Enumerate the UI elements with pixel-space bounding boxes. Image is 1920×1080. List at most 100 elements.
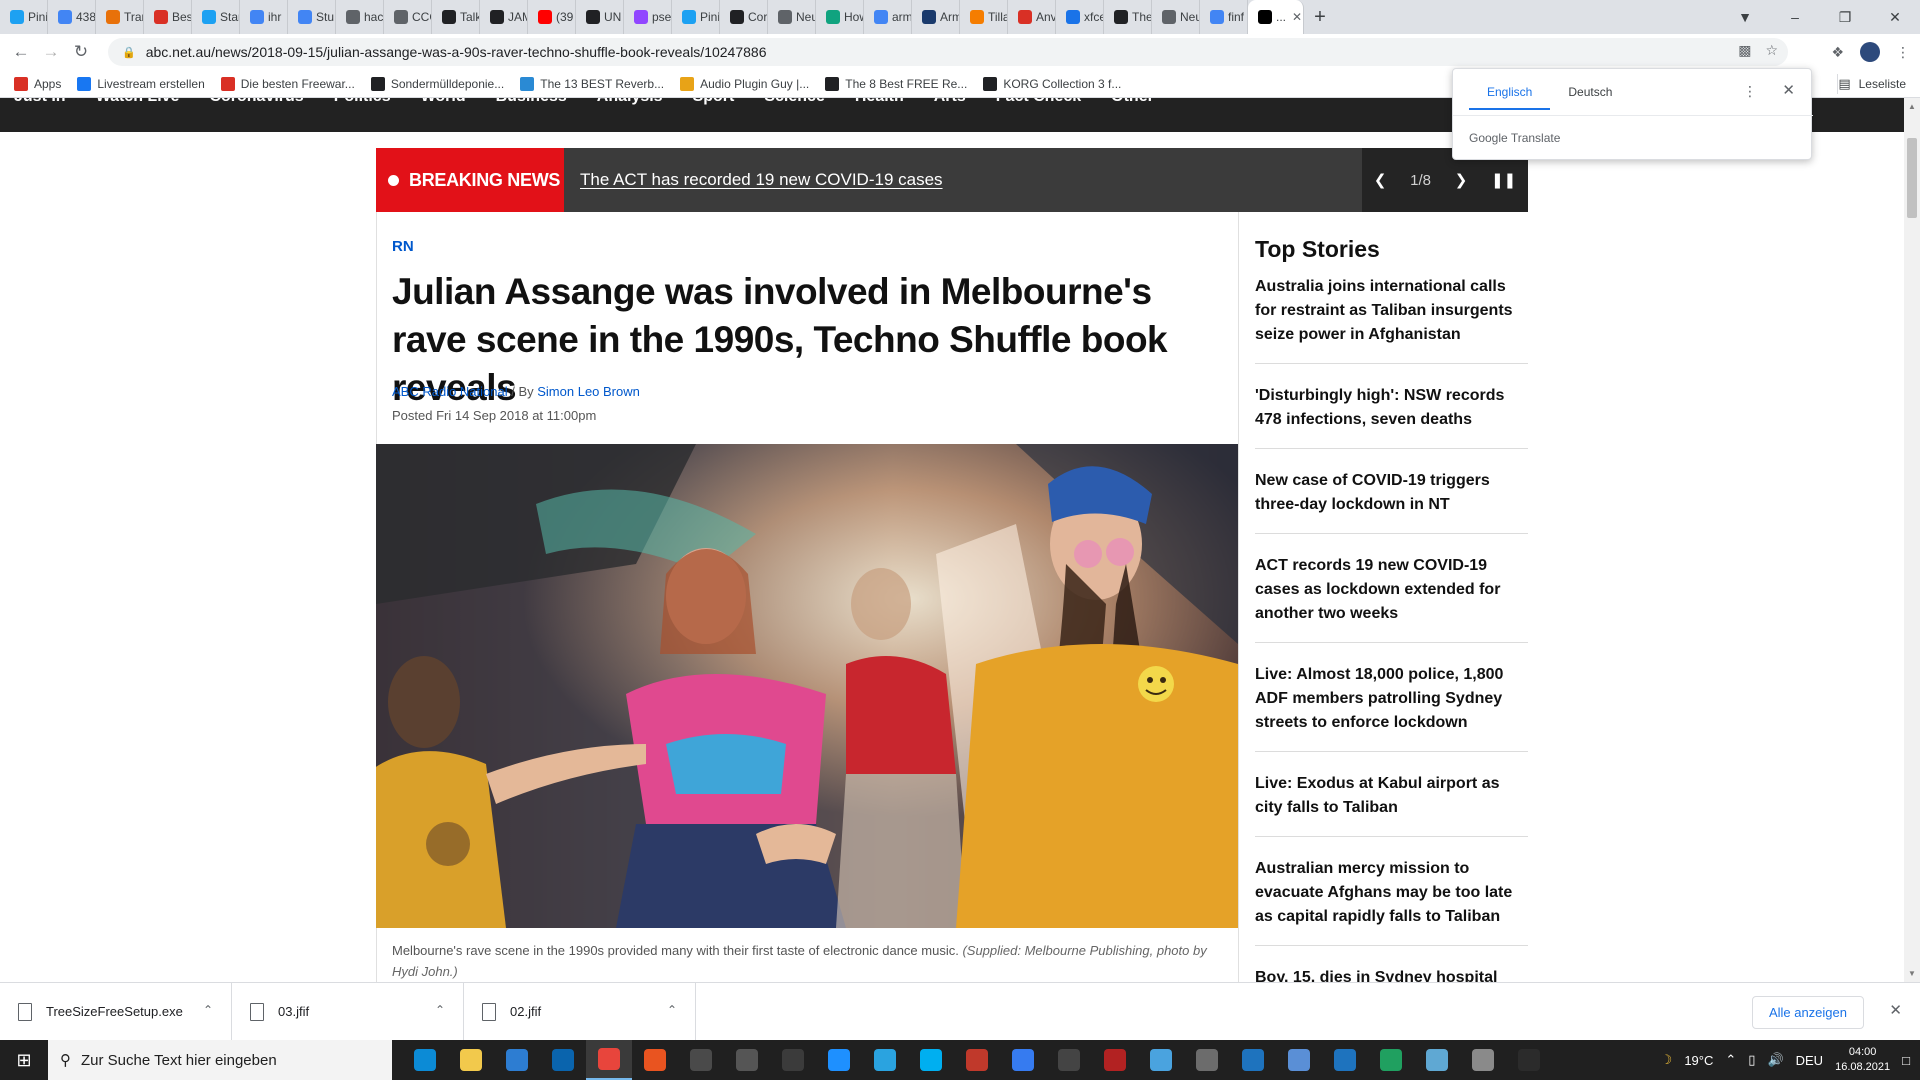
taskbar-clock[interactable]: 04:00 16.08.2021: [1835, 1045, 1890, 1075]
taskbar-app-button[interactable]: [632, 1040, 678, 1080]
byline-source-link[interactable]: ABC Radio National: [392, 384, 508, 399]
site-nav-item[interactable]: Business: [496, 98, 567, 106]
tab-search-icon[interactable]: ▼: [1720, 9, 1770, 25]
address-bar[interactable]: 🔒 abc.net.au/news/2018-09-15/julian-assa…: [108, 38, 1788, 66]
site-nav-item[interactable]: Sport: [693, 98, 735, 106]
taskbar-app-button[interactable]: [1092, 1040, 1138, 1080]
article-hero-photo[interactable]: [376, 444, 1238, 928]
network-icon[interactable]: ▯: [1748, 1052, 1755, 1068]
taskbar-app-button[interactable]: [862, 1040, 908, 1080]
top-story-link[interactable]: Australian mercy mission to evacuate Afg…: [1255, 857, 1528, 946]
prev-story-icon[interactable]: ❮: [1374, 171, 1387, 189]
site-nav-item[interactable]: Coronavirus: [209, 98, 303, 106]
pause-icon[interactable]: ❚❚: [1491, 171, 1516, 189]
translate-options-icon[interactable]: ⋮: [1743, 83, 1757, 100]
translate-page-icon[interactable]: ▩: [1738, 42, 1751, 59]
taskbar-app-button[interactable]: [1322, 1040, 1368, 1080]
browser-tab[interactable]: ... ✕: [1248, 0, 1304, 34]
browser-tab[interactable]: ihr: [240, 0, 288, 34]
taskbar-app-button[interactable]: [816, 1040, 862, 1080]
taskbar-app-button[interactable]: [448, 1040, 494, 1080]
top-story-link[interactable]: Boy, 15, dies in Sydney hospital after c…: [1255, 966, 1528, 982]
taskbar-app-button[interactable]: [1138, 1040, 1184, 1080]
site-nav-item[interactable]: Science: [764, 98, 824, 106]
bookmark-item[interactable]: KORG Collection 3 f...: [975, 76, 1129, 91]
site-nav-item[interactable]: Arts: [934, 98, 966, 106]
taskbar-search-box[interactable]: ⚲ Zur Suche Text hier eingeben: [48, 1040, 392, 1080]
top-story-link[interactable]: Live: Exodus at Kabul airport as city fa…: [1255, 772, 1528, 837]
download-item[interactable]: 03.jfif ⌃: [232, 982, 464, 1041]
download-menu-chevron-icon[interactable]: ⌃: [203, 1003, 213, 1017]
next-story-icon[interactable]: ❯: [1455, 171, 1468, 189]
tray-expand-icon[interactable]: ⌃: [1725, 1052, 1736, 1068]
show-all-downloads-button[interactable]: Alle anzeigen: [1751, 996, 1864, 1029]
site-nav-item[interactable]: Just In: [14, 98, 66, 106]
scroll-down-icon[interactable]: ▼: [1904, 969, 1920, 978]
browser-tab[interactable]: Star: [192, 0, 240, 34]
bookmark-star-icon[interactable]: ☆: [1765, 42, 1778, 59]
taskbar-app-button[interactable]: [770, 1040, 816, 1080]
site-nav-item[interactable]: Politics: [334, 98, 391, 106]
site-nav-item[interactable]: Fact Check: [996, 98, 1081, 106]
taskbar-app-button[interactable]: [540, 1040, 586, 1080]
window-close-icon[interactable]: ✕: [1870, 9, 1920, 26]
browser-tab[interactable]: Tran: [96, 0, 144, 34]
extensions-icon[interactable]: ❖: [1831, 44, 1844, 61]
taskbar-app-button[interactable]: [1506, 1040, 1552, 1080]
bookmark-item[interactable]: The 8 Best FREE Re...: [817, 76, 975, 91]
browser-tab[interactable]: arm: [864, 0, 912, 34]
profile-avatar[interactable]: [1860, 42, 1880, 62]
browser-tab[interactable]: Talk: [432, 0, 480, 34]
bookmark-item[interactable]: The 13 BEST Reverb...: [512, 76, 672, 91]
site-nav-item[interactable]: World: [421, 98, 466, 106]
top-story-link[interactable]: 'Disturbingly high': NSW records 478 inf…: [1255, 384, 1528, 449]
restore-icon[interactable]: ❐: [1820, 9, 1870, 26]
top-story-link[interactable]: ACT records 19 new COVID-19 cases as loc…: [1255, 554, 1528, 643]
browser-tab[interactable]: finf: [1200, 0, 1248, 34]
browser-tab[interactable]: Tilla: [960, 0, 1008, 34]
browser-tab[interactable]: pse: [624, 0, 672, 34]
browser-tab[interactable]: Cor: [720, 0, 768, 34]
browser-tab[interactable]: Pini: [0, 0, 48, 34]
site-nav-item[interactable]: Analysis: [597, 98, 663, 106]
tab-close-icon[interactable]: ✕: [1292, 10, 1302, 24]
bookmark-item[interactable]: Audio Plugin Guy |...: [672, 76, 817, 91]
page-scrollbar[interactable]: ▲ ▼: [1904, 98, 1920, 982]
browser-tab[interactable]: CCC: [384, 0, 432, 34]
browser-tab[interactable]: Neu: [768, 0, 816, 34]
browser-tab[interactable]: Best: [144, 0, 192, 34]
browser-tab[interactable]: hac: [336, 0, 384, 34]
minimize-icon[interactable]: –: [1770, 9, 1820, 25]
browser-tab[interactable]: UN: [576, 0, 624, 34]
browser-tab[interactable]: xfce: [1056, 0, 1104, 34]
taskbar-app-button[interactable]: [1414, 1040, 1460, 1080]
language-indicator[interactable]: DEU: [1796, 1053, 1823, 1068]
reload-icon[interactable]: ↻: [66, 42, 96, 62]
taskbar-app-button[interactable]: [1276, 1040, 1322, 1080]
top-story-link[interactable]: New case of COVID-19 triggers three-day …: [1255, 469, 1528, 534]
tab-german[interactable]: Deutsch: [1550, 79, 1630, 110]
bookmark-item[interactable]: Die besten Freewar...: [213, 76, 363, 91]
download-item[interactable]: 02.jfif ⌃: [464, 982, 696, 1041]
scroll-up-icon[interactable]: ▲: [1904, 102, 1920, 111]
taskbar-app-button[interactable]: [724, 1040, 770, 1080]
browser-tab[interactable]: (39: [528, 0, 576, 34]
back-arrow-icon[interactable]: ←: [6, 42, 36, 62]
scrollbar-thumb[interactable]: [1907, 138, 1917, 218]
browser-tab[interactable]: 438: [48, 0, 96, 34]
translate-close-icon[interactable]: ✕: [1782, 81, 1795, 99]
taskbar-app-button[interactable]: [1230, 1040, 1276, 1080]
weather-icon[interactable]: ☽: [1661, 1052, 1673, 1068]
new-tab-icon[interactable]: +: [1304, 0, 1336, 34]
taskbar-app-button[interactable]: [678, 1040, 724, 1080]
taskbar-app-button[interactable]: [1368, 1040, 1414, 1080]
lock-icon[interactable]: 🔒: [122, 46, 136, 59]
browser-tab[interactable]: Neu: [1152, 0, 1200, 34]
byline-author-link[interactable]: Simon Leo Brown: [537, 384, 640, 399]
site-nav-item[interactable]: Watch Live: [96, 98, 180, 106]
bookmark-item[interactable]: Sondermülldeponie...: [363, 76, 512, 91]
taskbar-app-button[interactable]: [1046, 1040, 1092, 1080]
browser-tab[interactable]: Stu: [288, 0, 336, 34]
taskbar-app-button[interactable]: [1184, 1040, 1230, 1080]
taskbar-app-button[interactable]: [402, 1040, 448, 1080]
